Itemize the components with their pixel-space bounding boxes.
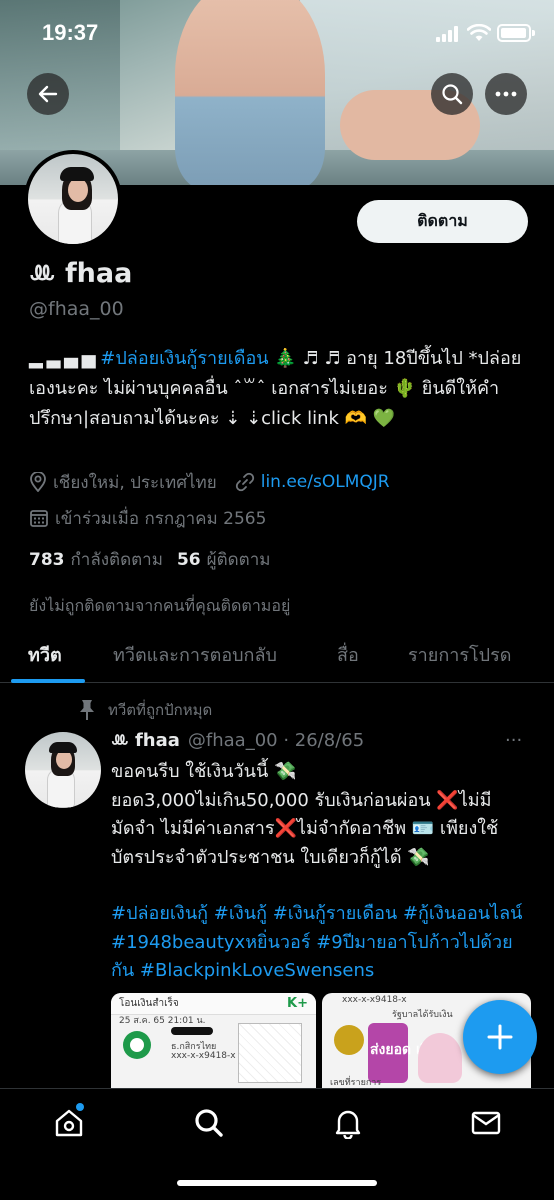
tweet-body: ขอคนรีบ ใช้เงินวันนี้ 💸 ยอด3,000ไม่เกิน5… [111, 758, 531, 872]
link-icon [235, 472, 254, 492]
follow-counts: 783 กำลังติดตาม 56 ผู้ติดตาม [29, 546, 284, 573]
wifi-icon [467, 24, 491, 41]
messages-mail-icon[interactable] [470, 1107, 502, 1139]
bio-blocks: ▂ ▃ ▄ ▅ [29, 348, 96, 369]
media2-cartoon [418, 1033, 462, 1083]
calendar-icon [30, 510, 48, 527]
followers-link[interactable]: 56 ผู้ติดตาม [177, 546, 271, 573]
more-options-button[interactable] [485, 73, 527, 115]
media1-date: 25 ส.ค. 65 21:01 น. [119, 1016, 206, 1026]
home-notification-dot [76, 1103, 84, 1111]
tweet-hashtags[interactable]: #ปล่อยเงินกู้ #เงินกู้ #เงินกู้รายเดือน … [111, 900, 531, 986]
not-followed-note: ยังไม่ถูกติดตามจากคนที่คุณติดตามอยู่ [29, 596, 291, 615]
tab-media[interactable]: สื่อ [337, 625, 359, 683]
media1-redacted-bar [171, 1027, 213, 1035]
profile-meta: เชียงใหม่, ประเทศไทย lin.ee/sOLMQJR เข้า… [29, 468, 529, 532]
battery-icon [497, 24, 535, 42]
following-count: 783 [29, 550, 65, 570]
tab-tweets-replies[interactable]: ทวีตและการตอบกลับ [113, 625, 277, 683]
status-bar: 19:37 [0, 18, 554, 52]
home-indicator[interactable] [177, 1180, 377, 1186]
more-dots-icon [495, 91, 517, 97]
tweet-avatar-cap [49, 742, 77, 753]
media1-header: โอนเงินสำเร็จ K+ [111, 993, 316, 1015]
tweet-author-avatar[interactable] [25, 732, 101, 808]
following-link[interactable]: 783 กำลังติดตาม [29, 546, 163, 573]
location-item: เชียงใหม่, ประเทศไทย [29, 469, 217, 496]
status-time: 19:37 [42, 20, 99, 45]
website-link[interactable]: lin.ee/sOLMQJR [261, 472, 390, 492]
profile-bio: ▂ ▃ ▄ ▅ #ปล่อยเงินกู้รายเดือน 🎄 ♬ ♬ อายุ… [29, 344, 529, 434]
joined-date: เข้าร่วมเมื่อ กรกฎาคม 2565 [55, 508, 267, 529]
media2-account: xxx-x-x9418-x [342, 995, 407, 1005]
avatar-face [68, 178, 88, 202]
home-icon[interactable] [53, 1107, 85, 1139]
following-label: กำลังติดตาม [70, 550, 163, 570]
kbank-logo-icon [123, 1031, 151, 1059]
tweet-text-line2: ยอด3,000ไม่เกิน50,000 รับเงินก่อนผ่อน ❌ไ… [111, 789, 499, 868]
media1-title: โอนเงินสำเร็จ [119, 998, 179, 1009]
tweet-author-name[interactable]: ꔛ fhaa [111, 730, 180, 751]
tweet-more-button[interactable]: ··· [505, 730, 522, 751]
bio-hashtag-link[interactable]: #ปล่อยเงินกู้รายเดือน [100, 348, 268, 369]
tab-tweets[interactable]: ทวีต [28, 625, 62, 683]
pin-icon [80, 700, 94, 720]
location-pin-icon [30, 472, 46, 492]
media1-building-sketch [238, 1023, 302, 1083]
compose-tweet-button[interactable] [463, 1000, 537, 1074]
search-icon [442, 84, 463, 105]
profile-tabs: ทวีต ทวีตและการตอบกลับ สื่อ รายการโปรด [0, 625, 554, 683]
pinned-label: ทวีตที่ถูกปักหมุด [108, 701, 213, 719]
active-tab-indicator [11, 679, 85, 683]
tweet-media-1[interactable]: โอนเงินสำเร็จ K+ 25 ส.ค. 65 21:01 น. ธ.ก… [111, 993, 316, 1088]
location-text: เชียงใหม่, ประเทศไทย [53, 472, 217, 493]
follow-button[interactable]: ติดตาม [357, 200, 528, 243]
display-name: ꔛ fhaa [29, 258, 133, 289]
tweet-header: ꔛ fhaa @fhaa_00 · 26/8/65 [111, 730, 364, 751]
joined-item: เข้าร่วมเมื่อ กรกฎาคม 2565 [29, 505, 266, 532]
kplus-logo: K+ [287, 996, 308, 1011]
profile-avatar[interactable] [24, 150, 122, 248]
media1-account: xxx-x-x9418-x [171, 1051, 236, 1061]
tweet-handle-date: @fhaa_00 · 26/8/65 [187, 730, 365, 751]
followers-count: 56 [176, 550, 201, 570]
plus-icon [487, 1024, 513, 1050]
explore-search-icon[interactable] [193, 1107, 225, 1139]
bank-coin-icon [334, 1025, 364, 1055]
notifications-bell-icon[interactable] [332, 1107, 364, 1139]
tab-likes[interactable]: รายการโปรด [408, 625, 511, 683]
back-arrow-icon [38, 85, 58, 103]
tweet-text-line1: ขอคนรีบ ใช้เงินวันนี้ 💸 [111, 761, 297, 782]
media2-ref: เลขที่รายการ [330, 1078, 382, 1088]
media2-sub: รัฐบาลได้รับเงิน [392, 1010, 453, 1020]
cellular-signal-icon [436, 26, 458, 42]
website-item[interactable]: lin.ee/sOLMQJR [235, 472, 390, 492]
pinned-label-row: ทวีตที่ถูกปักหมุด [78, 698, 212, 722]
search-button[interactable] [431, 73, 473, 115]
avatar-cap [60, 167, 94, 181]
back-button[interactable] [27, 73, 69, 115]
user-handle: @fhaa_00 [29, 298, 124, 320]
followers-label: ผู้ติดตาม [206, 550, 271, 570]
